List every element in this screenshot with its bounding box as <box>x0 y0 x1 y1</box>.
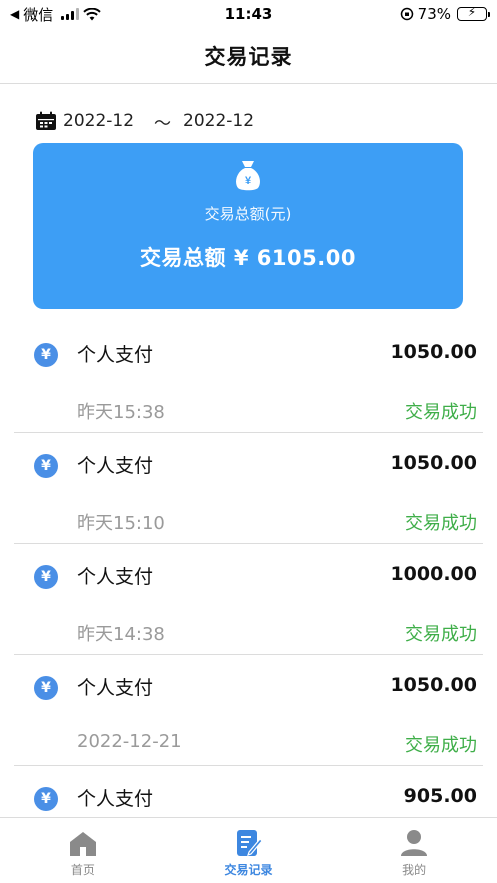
transaction-status: 交易成功 <box>405 624 477 645</box>
battery-percent: 73% <box>417 5 451 23</box>
home-icon[interactable] <box>69 831 97 857</box>
yuan-icon: ¥ <box>34 676 58 700</box>
status-right: 73% ⚡ <box>400 5 490 23</box>
transaction-list: ¥ 个人支付 1050.00 昨天15:38 交易成功 ¥ 个人支付 1050.… <box>0 322 497 877</box>
back-arrow-icon[interactable]: ◀ <box>10 7 19 21</box>
transaction-amount: 1050.00 <box>390 452 477 474</box>
profile-icon[interactable] <box>400 829 428 857</box>
transaction-time: 2022-12-21 <box>77 731 182 752</box>
transaction-type: 个人支付 <box>77 344 154 366</box>
yuan-icon: ¥ <box>34 565 58 589</box>
tab-records-label: 交易记录 <box>224 863 273 877</box>
transaction-time: 昨天15:10 <box>77 513 165 534</box>
transaction-type: 个人支付 <box>77 566 154 588</box>
svg-text:¥: ¥ <box>245 175 252 187</box>
transaction-status: 交易成功 <box>405 513 477 534</box>
transaction-time: 昨天15:38 <box>77 402 165 423</box>
battery-icon: ⚡ <box>457 5 490 21</box>
tab-profile[interactable]: 我的 <box>331 818 497 883</box>
tab-profile-label: 我的 <box>402 863 427 877</box>
tab-records[interactable]: 交易记录 <box>166 818 332 883</box>
date-start[interactable]: 2022-12 <box>63 111 134 131</box>
wifi-icon <box>83 7 101 20</box>
calendar-icon[interactable] <box>35 111 57 131</box>
yuan-icon: ¥ <box>34 343 58 367</box>
date-range-filter[interactable]: 2022-12 ～ 2022-12 <box>0 106 497 136</box>
money-bag-icon: ¥ <box>230 157 266 193</box>
orientation-lock-icon <box>400 7 413 21</box>
summary-total: 交易总额 ¥ 6105.00 <box>140 246 356 270</box>
back-app-label[interactable]: 微信 <box>23 4 53 25</box>
date-separator: ～ <box>154 113 172 134</box>
yuan-icon: ¥ <box>34 787 58 811</box>
summary-label: 交易总额(元) <box>204 205 292 223</box>
transaction-type: 个人支付 <box>77 677 154 699</box>
tab-home-label: 首页 <box>70 863 95 877</box>
transaction-amount: 1050.00 <box>390 674 477 696</box>
transaction-amount: 1000.00 <box>390 563 477 585</box>
status-bar: ◀ 微信 11:43 73% ⚡ <box>0 0 497 28</box>
tab-bar: 首页 交易记录 我的 <box>0 817 497 883</box>
date-end[interactable]: 2022-12 <box>183 111 254 131</box>
yuan-icon: ¥ <box>34 454 58 478</box>
nav-bar: 交易记录 <box>0 28 497 84</box>
transaction-amount: 1050.00 <box>390 341 477 363</box>
summary-card: ¥ 交易总额(元) 交易总额 ¥ 6105.00 <box>33 143 463 309</box>
transaction-type: 个人支付 <box>77 788 154 810</box>
transaction-type: 个人支付 <box>77 455 154 477</box>
transaction-item[interactable]: ¥ 个人支付 1050.00 昨天15:38 交易成功 <box>14 322 483 433</box>
transaction-item[interactable]: ¥ 个人支付 1050.00 2022-12-21 交易成功 <box>14 655 483 766</box>
transaction-item[interactable]: ¥ 个人支付 1000.00 昨天14:38 交易成功 <box>14 544 483 655</box>
transaction-item[interactable]: ¥ 个人支付 1050.00 昨天15:10 交易成功 <box>14 433 483 544</box>
transaction-status: 交易成功 <box>405 402 477 423</box>
status-left[interactable]: ◀ 微信 <box>10 4 101 25</box>
page-title: 交易记录 <box>204 44 293 69</box>
tab-home[interactable]: 首页 <box>0 818 166 883</box>
records-icon[interactable] <box>236 829 262 857</box>
transaction-amount: 905.00 <box>403 785 477 807</box>
signal-icon <box>61 8 80 20</box>
transaction-status: 交易成功 <box>405 735 477 756</box>
transaction-time: 昨天14:38 <box>77 624 165 645</box>
